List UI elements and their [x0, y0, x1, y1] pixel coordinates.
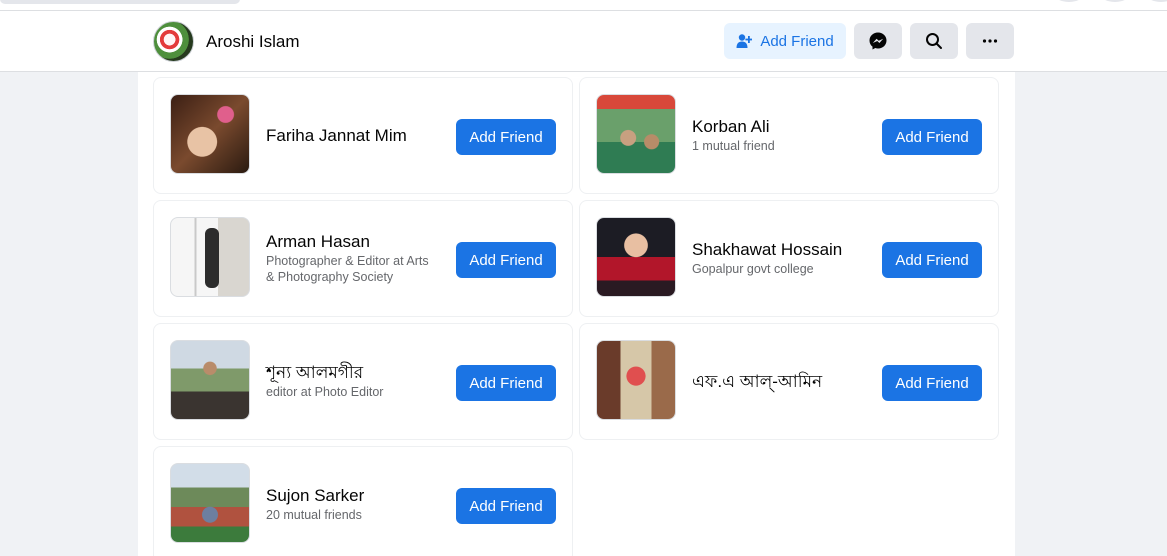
suggestion-card: এফ.এ আল্-আমিন Add Friend — [579, 323, 999, 440]
more-horizontal-icon — [982, 39, 998, 43]
suggestion-subtitle: Photographer & Editor at Arts & Photogra… — [266, 254, 429, 284]
suggestion-subtitle: Gopalpur govt college — [692, 262, 814, 276]
messenger-button[interactable] — [854, 23, 902, 59]
profile-header: Aroshi Islam Add Friend — [0, 10, 1167, 72]
suggestion-name[interactable]: এফ.এ আল্-আমিন — [692, 372, 858, 392]
suggestion-photo[interactable] — [596, 94, 676, 174]
suggestion-info: Korban Ali 1 mutual friend — [692, 78, 858, 193]
profile-name[interactable]: Aroshi Islam — [206, 32, 300, 52]
suggestion-subtitle: 20 mutual friends — [266, 508, 362, 522]
suggestion-info: Shakhawat Hossain Gopalpur govt college — [692, 201, 858, 316]
suggestion-photo[interactable] — [170, 94, 250, 174]
suggestion-card: Shakhawat Hossain Gopalpur govt college … — [579, 200, 999, 317]
messenger-icon — [869, 32, 887, 50]
suggestion-info: Fariha Jannat Mim — [266, 78, 432, 193]
suggestion-info: Arman Hasan Photographer & Editor at Art… — [266, 201, 432, 316]
add-friend-button[interactable]: Add Friend — [456, 488, 556, 524]
top-pill — [0, 0, 240, 4]
suggestion-subtitle: 1 mutual friend — [692, 139, 775, 153]
suggestion-name[interactable]: Sujon Sarker — [266, 486, 432, 506]
suggestion-info: এফ.এ আল্-আমিন — [692, 324, 858, 439]
suggestion-photo[interactable] — [596, 340, 676, 420]
top-circle — [1098, 0, 1132, 2]
add-friend-button[interactable]: Add Friend — [882, 242, 982, 278]
suggestion-photo[interactable] — [596, 217, 676, 297]
add-friend-button[interactable]: Add Friend — [456, 242, 556, 278]
add-friend-button[interactable]: Add Friend — [456, 119, 556, 155]
suggestion-name[interactable]: Shakhawat Hossain — [692, 240, 858, 260]
search-icon — [926, 33, 942, 49]
top-circle — [1144, 0, 1167, 2]
suggestion-name[interactable]: Fariha Jannat Mim — [266, 126, 432, 146]
person-plus-icon — [736, 34, 753, 48]
suggestion-card: Fariha Jannat Mim Add Friend — [153, 77, 573, 194]
search-button[interactable] — [910, 23, 958, 59]
suggestion-card: শূন্য আলমগীর editor at Photo Editor Add … — [153, 323, 573, 440]
friend-suggestions-panel: Fariha Jannat Mim Add Friend Korban Ali … — [138, 72, 1015, 556]
top-circle — [1052, 0, 1086, 2]
suggestion-subtitle: editor at Photo Editor — [266, 385, 384, 399]
suggestion-card: Korban Ali 1 mutual friend Add Friend — [579, 77, 999, 194]
suggestion-card: Arman Hasan Photographer & Editor at Art… — [153, 200, 573, 317]
add-friend-button[interactable]: Add Friend — [882, 365, 982, 401]
suggestion-name[interactable]: Korban Ali — [692, 117, 858, 137]
suggestion-name[interactable]: শূন্য আলমগীর — [266, 363, 432, 383]
more-button[interactable] — [966, 23, 1014, 59]
header-add-friend-label: Add Friend — [760, 32, 834, 50]
add-friend-button[interactable]: Add Friend — [882, 119, 982, 155]
suggestion-name[interactable]: Arman Hasan — [266, 232, 432, 252]
suggestion-info: শূন্য আলমগীর editor at Photo Editor — [266, 324, 432, 439]
header-add-friend-button[interactable]: Add Friend — [724, 23, 846, 59]
suggestion-photo[interactable] — [170, 463, 250, 543]
suggestion-info: Sujon Sarker 20 mutual friends — [266, 447, 432, 556]
suggestion-photo[interactable] — [170, 217, 250, 297]
profile-avatar[interactable] — [153, 21, 194, 62]
suggestion-photo[interactable] — [170, 340, 250, 420]
suggestion-card: Sujon Sarker 20 mutual friends Add Frien… — [153, 446, 573, 556]
add-friend-button[interactable]: Add Friend — [456, 365, 556, 401]
